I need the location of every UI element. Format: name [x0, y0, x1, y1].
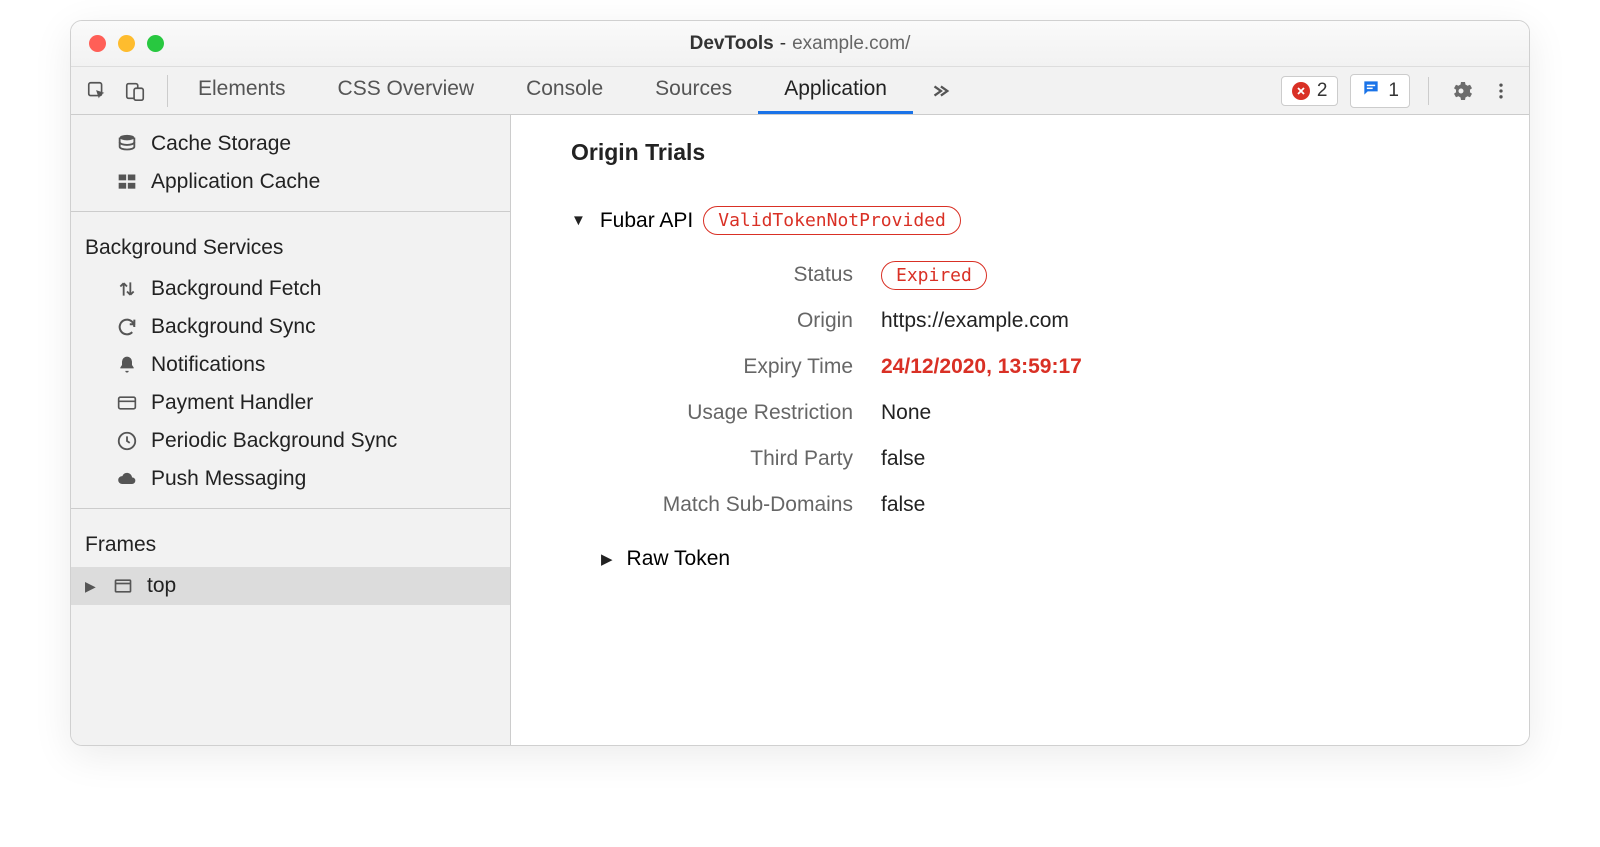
- sidebar-item-label: top: [147, 574, 176, 598]
- sidebar-section-bg-services: Background Services Background Fetch Bac…: [71, 212, 510, 509]
- sidebar-item-label: Push Messaging: [151, 467, 306, 491]
- trial-details: Status Expired Origin https://example.co…: [591, 263, 1529, 517]
- tab-sources[interactable]: Sources: [629, 67, 758, 114]
- value-match-subdomains: false: [881, 493, 925, 517]
- cloud-icon: [115, 467, 139, 491]
- trial-status-badge: ValidTokenNotProvided: [703, 206, 961, 235]
- row-origin: Origin https://example.com: [591, 309, 1529, 333]
- toolbar: Elements CSS Overview Console Sources Ap…: [71, 67, 1529, 115]
- tab-elements[interactable]: Elements: [172, 67, 312, 114]
- grid-icon: [115, 170, 139, 194]
- app-name: DevTools: [690, 33, 774, 55]
- message-icon: [1361, 78, 1381, 104]
- traffic-lights: [89, 35, 164, 52]
- settings-button[interactable]: [1447, 77, 1475, 105]
- label-third-party: Third Party: [591, 447, 881, 471]
- errors-badge[interactable]: 2: [1281, 76, 1339, 106]
- sidebar-item-periodic-sync[interactable]: Periodic Background Sync: [71, 422, 510, 460]
- value-expiry: 24/12/2020, 13:59:17: [881, 355, 1082, 379]
- toolbar-separator: [1428, 77, 1429, 105]
- panel-title: Origin Trials: [571, 139, 1529, 166]
- sidebar-item-label: Periodic Background Sync: [151, 429, 397, 453]
- sidebar: Cache Storage Application Cache Backgrou…: [71, 115, 511, 745]
- sidebar-item-label: Background Fetch: [151, 277, 321, 301]
- label-usage: Usage Restriction: [591, 401, 881, 425]
- tree-expand-icon[interactable]: ▶: [85, 578, 99, 595]
- titlebar: DevTools - example.com/: [71, 21, 1529, 67]
- tab-console[interactable]: Console: [500, 67, 629, 114]
- arrows-updown-icon: [115, 277, 139, 301]
- trial-name: Fubar API: [600, 209, 693, 233]
- sidebar-heading-bg: Background Services: [71, 222, 510, 270]
- sidebar-item-notifications[interactable]: Notifications: [71, 346, 510, 384]
- sidebar-item-cache-storage[interactable]: Cache Storage: [71, 125, 510, 163]
- toolbar-icon-group: [85, 75, 168, 107]
- sidebar-item-label: Application Cache: [151, 170, 320, 194]
- label-match-subdomains: Match Sub-Domains: [591, 493, 881, 517]
- sidebar-section-frames: Frames ▶ top: [71, 509, 510, 615]
- bell-icon: [115, 353, 139, 377]
- more-tabs-button[interactable]: [913, 80, 967, 102]
- gear-icon: [1449, 79, 1473, 103]
- sidebar-item-label: Notifications: [151, 353, 265, 377]
- tab-css-overview[interactable]: CSS Overview: [312, 67, 501, 114]
- row-usage: Usage Restriction None: [591, 401, 1529, 425]
- tab-application[interactable]: Application: [758, 67, 913, 114]
- row-third-party: Third Party false: [591, 447, 1529, 471]
- panel-tabs: Elements CSS Overview Console Sources Ap…: [172, 67, 913, 114]
- messages-count: 1: [1388, 80, 1399, 102]
- close-window-button[interactable]: [89, 35, 106, 52]
- sidebar-item-background-sync[interactable]: Background Sync: [71, 308, 510, 346]
- sidebar-item-frame-top[interactable]: ▶ top: [71, 567, 510, 605]
- inspect-icon[interactable]: [85, 79, 109, 103]
- kebab-icon: [1491, 81, 1511, 101]
- raw-token-label: Raw Token: [627, 547, 731, 571]
- title-separator: -: [780, 33, 786, 55]
- sidebar-item-application-cache[interactable]: Application Cache: [71, 163, 510, 201]
- maximize-window-button[interactable]: [147, 35, 164, 52]
- content-area: Cache Storage Application Cache Backgrou…: [71, 115, 1529, 745]
- more-options-button[interactable]: [1487, 77, 1515, 105]
- window-url: example.com/: [792, 33, 910, 55]
- expand-raw-token-icon[interactable]: ▶: [601, 550, 613, 568]
- value-origin: https://example.com: [881, 309, 1069, 333]
- label-status: Status: [591, 263, 881, 287]
- status-pill: Expired: [881, 261, 987, 290]
- minimize-window-button[interactable]: [118, 35, 135, 52]
- value-third-party: false: [881, 447, 925, 471]
- label-origin: Origin: [591, 309, 881, 333]
- trial-header[interactable]: ▼ Fubar API ValidTokenNotProvided: [571, 206, 1529, 235]
- value-status: Expired: [881, 263, 987, 287]
- error-icon: [1292, 82, 1310, 100]
- raw-token-row[interactable]: ▶ Raw Token: [601, 547, 1529, 571]
- sidebar-item-label: Background Sync: [151, 315, 316, 339]
- sidebar-section-cache: Cache Storage Application Cache: [71, 115, 510, 212]
- toolbar-right: 2 1: [1281, 74, 1515, 108]
- window-icon: [111, 574, 135, 598]
- database-icon: [115, 132, 139, 156]
- errors-count: 2: [1317, 80, 1328, 102]
- row-expiry: Expiry Time 24/12/2020, 13:59:17: [591, 355, 1529, 379]
- label-expiry: Expiry Time: [591, 355, 881, 379]
- sidebar-item-label: Payment Handler: [151, 391, 313, 415]
- messages-badge[interactable]: 1: [1350, 74, 1410, 108]
- sync-icon: [115, 315, 139, 339]
- sidebar-item-push-messaging[interactable]: Push Messaging: [71, 460, 510, 498]
- sidebar-item-background-fetch[interactable]: Background Fetch: [71, 270, 510, 308]
- sidebar-item-label: Cache Storage: [151, 132, 291, 156]
- sidebar-item-payment-handler[interactable]: Payment Handler: [71, 384, 510, 422]
- clock-icon: [115, 429, 139, 453]
- expand-trial-icon[interactable]: ▼: [571, 212, 586, 229]
- row-match-subdomains: Match Sub-Domains false: [591, 493, 1529, 517]
- main-panel: Origin Trials ▼ Fubar API ValidTokenNotP…: [511, 115, 1529, 745]
- devtools-window: DevTools - example.com/ Elements CSS O: [70, 20, 1530, 746]
- value-usage: None: [881, 401, 931, 425]
- row-status: Status Expired: [591, 263, 1529, 287]
- window-title: DevTools - example.com/: [690, 33, 911, 55]
- card-icon: [115, 391, 139, 415]
- device-toggle-icon[interactable]: [123, 79, 147, 103]
- sidebar-heading-frames: Frames: [71, 519, 510, 567]
